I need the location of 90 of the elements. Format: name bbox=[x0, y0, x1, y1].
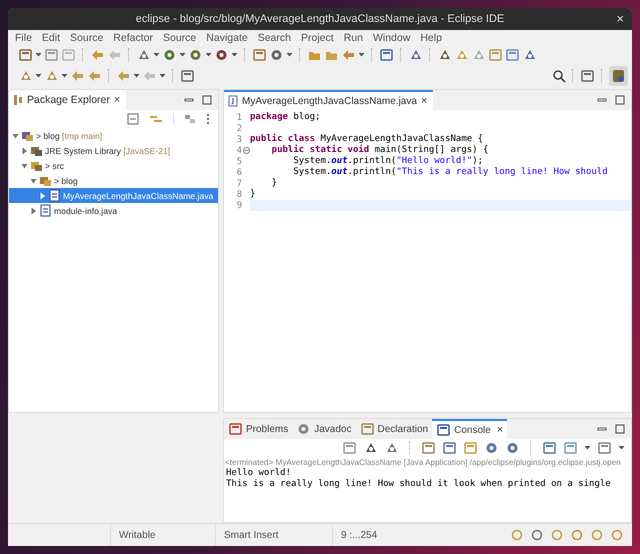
status-icon[interactable] bbox=[610, 528, 624, 542]
code-line: } bbox=[270, 178, 278, 188]
code-line: System.out.println("This is a really long line! How should bbox=[292, 167, 608, 177]
status-field: 9 :...254 bbox=[332, 524, 445, 546]
toolbar-icon[interactable] bbox=[505, 47, 520, 63]
menu-item[interactable]: Source bbox=[158, 32, 202, 44]
view-tab[interactable]: Package Explorer × bbox=[9, 90, 126, 110]
status-field: Smart Insert bbox=[215, 524, 332, 546]
status-field: Writable bbox=[110, 524, 215, 546]
view-tab[interactable]: Problems bbox=[224, 419, 292, 439]
close-button[interactable]: × bbox=[114, 94, 120, 106]
line-number: 7 bbox=[236, 178, 242, 188]
tree-item[interactable]: module-info.java bbox=[9, 203, 218, 218]
line-number: 6 bbox=[236, 168, 242, 178]
status-icon[interactable] bbox=[570, 528, 584, 542]
toolbar-icon[interactable] bbox=[379, 47, 394, 63]
tree-item[interactable]: JRE System Library [JavaSE-21] bbox=[9, 143, 218, 158]
console-header: <terminated> MyAverageLengthJavaClassName [Java Application] /app/eclipse/plugins/org.eclipse.justj.open bbox=[224, 457, 622, 468]
view-tab[interactable]: Declaration bbox=[356, 419, 432, 439]
menu-item[interactable]: File bbox=[10, 32, 37, 44]
file-icon bbox=[39, 204, 52, 217]
status-icon[interactable] bbox=[530, 528, 544, 542]
console-output-line: This is a really long line! How should it look when printed on a single bbox=[225, 479, 612, 490]
menu-item[interactable]: Help bbox=[415, 32, 447, 44]
code-line: public class MyAverageLengthJavaClassName { bbox=[250, 134, 484, 144]
expand-arrow-icon[interactable] bbox=[21, 146, 28, 156]
declaration-icon bbox=[360, 421, 374, 437]
menu-item[interactable]: Search bbox=[252, 32, 296, 44]
toolbar-icon[interactable] bbox=[162, 47, 177, 63]
collapse-all-icon[interactable] bbox=[127, 113, 139, 125]
tree-item[interactable]: MyAverageLengthJavaClassName.java bbox=[9, 188, 218, 203]
toolbar-icon[interactable] bbox=[188, 47, 203, 63]
view-tab[interactable]: Javadoc bbox=[292, 419, 356, 439]
java-file-icon bbox=[228, 95, 238, 107]
menu-item[interactable]: Window bbox=[368, 32, 416, 44]
expand-arrow-icon[interactable] bbox=[30, 206, 37, 216]
folder-icon bbox=[30, 159, 43, 172]
line-number: 3 bbox=[236, 134, 242, 144]
toolbar-icon[interactable] bbox=[252, 47, 267, 63]
console-output-line: Hello world! bbox=[225, 468, 292, 479]
toolbar-icon[interactable] bbox=[580, 68, 595, 84]
view-menu-icon[interactable] bbox=[206, 113, 210, 125]
line-number: 9 bbox=[236, 200, 242, 210]
view-tab[interactable]: Console × bbox=[432, 419, 508, 439]
menu-item[interactable]: Project bbox=[296, 32, 339, 44]
code-line: System.out.println("Hello world!"); bbox=[292, 156, 484, 166]
menu-item[interactable]: Navigate bbox=[201, 32, 253, 44]
line-number: 1 bbox=[236, 112, 242, 122]
package-icon bbox=[39, 174, 52, 187]
toolbar-icon[interactable] bbox=[269, 47, 284, 63]
toolbar-icon[interactable] bbox=[214, 47, 229, 63]
editor-tab[interactable]: MyAverageLengthJavaClassName.java × bbox=[224, 90, 434, 110]
line-number: 2 bbox=[236, 124, 242, 134]
toolbar-icon[interactable] bbox=[421, 440, 436, 456]
tree-item[interactable]: > blog bbox=[9, 173, 218, 188]
window-title: eclipse - blog/src/blog/MyAverageLengthJavaClassName.java - Eclipse IDE bbox=[136, 13, 504, 25]
line-number: 5 bbox=[236, 156, 242, 166]
toolbar-icon[interactable] bbox=[18, 47, 33, 63]
toolbar-icon[interactable] bbox=[484, 440, 499, 456]
fold-icon[interactable] bbox=[242, 147, 250, 154]
package-explorer-icon bbox=[13, 94, 23, 106]
tree-item[interactable]: > blog [tmp main] bbox=[9, 128, 218, 143]
toolbar-icon[interactable] bbox=[180, 68, 195, 84]
problems-icon bbox=[228, 421, 243, 437]
library-icon bbox=[30, 144, 43, 157]
toolbar-icon[interactable] bbox=[597, 440, 612, 456]
line-number: 4 bbox=[236, 146, 242, 156]
close-button[interactable]: × bbox=[494, 424, 504, 436]
line-number: 8 bbox=[236, 190, 242, 200]
menu-item[interactable]: Source bbox=[65, 32, 108, 44]
code-line: public static void main(String[] args) { bbox=[270, 145, 488, 155]
close-button[interactable]: × bbox=[616, 11, 624, 26]
toolbar-icon[interactable] bbox=[442, 440, 457, 456]
maximize-icon[interactable] bbox=[202, 95, 212, 105]
file-icon bbox=[48, 189, 61, 202]
console-icon bbox=[436, 422, 452, 438]
maximize-icon[interactable] bbox=[615, 424, 625, 434]
tree-item[interactable]: > src bbox=[9, 158, 218, 173]
toolbar-icon[interactable] bbox=[505, 440, 520, 456]
expand-arrow-icon[interactable] bbox=[39, 190, 46, 200]
close-button[interactable]: × bbox=[420, 95, 428, 107]
code-line: } bbox=[250, 189, 256, 199]
toolbar-icon[interactable] bbox=[542, 440, 557, 456]
menu-item[interactable]: Run bbox=[338, 32, 368, 44]
project-icon bbox=[21, 129, 34, 142]
code-line: package blog; bbox=[250, 112, 320, 122]
menu-item[interactable]: Edit bbox=[36, 32, 66, 44]
maximize-icon[interactable] bbox=[615, 95, 625, 105]
search-icon[interactable] bbox=[552, 69, 566, 83]
menu-item[interactable]: Refactor bbox=[108, 32, 158, 44]
